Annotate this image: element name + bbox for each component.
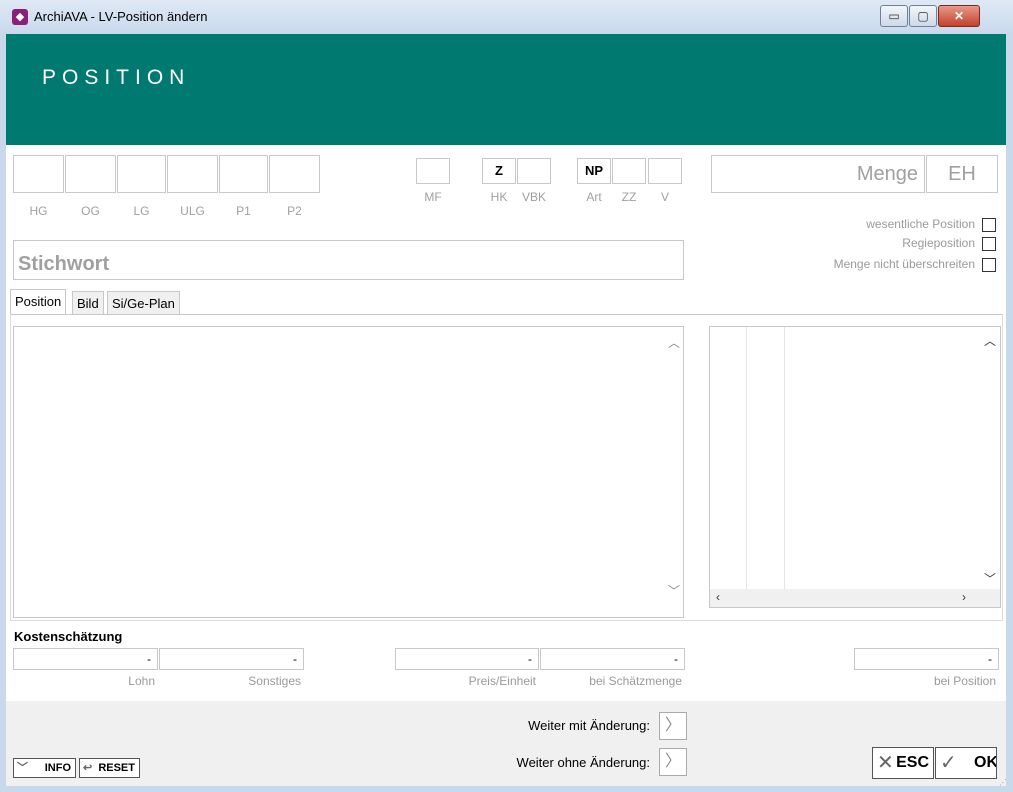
v-field[interactable] — [648, 158, 682, 184]
menge-nicht-ueberschreiten-label: Menge nicht überschreiten — [833, 257, 975, 271]
tab-panel-border-bottom — [10, 620, 1003, 621]
horizontal-scrollbar[interactable] — [710, 589, 1000, 607]
bei-position-label: bei Position — [933, 674, 996, 688]
reset-button-label: RESET — [98, 762, 135, 774]
cost-section-title: Kostenschätzung — [14, 629, 123, 644]
position-price-field[interactable]: - — [854, 648, 999, 670]
bottom-bar — [6, 701, 1006, 786]
position-text-area[interactable] — [13, 326, 684, 618]
weiter-ohne-aenderung-label: Weiter ohne Änderung: — [516, 755, 650, 770]
preis-einheit-label: Preis/Einheit — [468, 674, 536, 688]
og-label: OG — [81, 204, 100, 218]
menge-nicht-ueberschreiten-checkbox[interactable] — [982, 258, 996, 272]
hg-label: HG — [29, 204, 48, 218]
close-button[interactable]: ✕ — [938, 5, 980, 27]
scroll-up-icon[interactable]: ︿ — [668, 334, 680, 351]
v-label: V — [660, 190, 669, 204]
window-frame-right — [1006, 34, 1013, 792]
window-frame-left — [0, 34, 6, 792]
esc-button-label: ESC — [896, 754, 929, 771]
preis-einheit-field[interactable]: - — [395, 648, 539, 670]
tab-panel-border-left — [10, 314, 11, 620]
reset-button[interactable]: ↩ RESET — [79, 758, 140, 778]
stichwort-field[interactable]: Stichwort — [13, 240, 684, 280]
weiter-mit-aenderung-button[interactable]: 〉 — [659, 712, 687, 740]
info-button[interactable]: ﹀ INFO — [13, 758, 76, 778]
ulg-field[interactable] — [167, 155, 218, 193]
tab-position[interactable]: Position — [10, 289, 67, 315]
weiter-mit-aenderung-label: Weiter mit Änderung: — [528, 718, 650, 733]
undo-arrow-icon: ↩ — [83, 762, 93, 774]
chevron-down-icon: ﹀ — [17, 762, 28, 774]
minimize-button[interactable]: ▭ — [880, 5, 908, 27]
checkmark-icon: ✓ — [940, 752, 957, 774]
hg-field[interactable] — [13, 155, 64, 193]
hk-field[interactable]: Z — [482, 158, 516, 184]
tab-si-ge-plan[interactable]: Si/Ge-Plan — [107, 291, 180, 315]
lohn-label: Lohn — [128, 674, 155, 688]
lohn-field[interactable]: - — [13, 648, 158, 670]
p2-label: P2 — [287, 204, 302, 218]
page-title: POSITION — [42, 66, 191, 89]
hk-label: HK — [490, 190, 508, 204]
app-logo-icon: ◆ — [12, 9, 28, 25]
scroll-up-icon[interactable]: ︿ — [984, 332, 996, 349]
ok-button-label: OK — [974, 754, 997, 771]
scroll-down-icon[interactable]: ﹀ — [668, 582, 680, 599]
info-button-label: INFO — [44, 762, 71, 774]
window-title: ArchiAVA - LV-Position ändern — [34, 9, 208, 24]
schaetzmenge-field[interactable]: - — [540, 648, 685, 670]
p1-field[interactable] — [219, 155, 268, 193]
tab-bild[interactable]: Bild — [72, 291, 104, 315]
mf-label: MF — [424, 190, 442, 204]
regieposition-checkbox[interactable] — [982, 237, 996, 251]
sonstiges-field[interactable]: - — [159, 648, 304, 670]
scroll-down-icon[interactable]: ﹀ — [984, 570, 996, 587]
scroll-right-icon[interactable]: › — [962, 590, 966, 604]
og-field[interactable] — [65, 155, 116, 193]
schaetzmenge-label: bei Schätzmenge — [589, 674, 682, 688]
side-list-panel[interactable] — [709, 326, 1001, 608]
eh-field[interactable]: EH — [926, 155, 998, 193]
ulg-label: ULG — [180, 204, 205, 218]
close-x-icon: ✕ — [877, 752, 894, 774]
ok-button[interactable]: ✓ OK — [935, 747, 997, 779]
tab-divider — [10, 314, 1003, 315]
mf-field[interactable] — [416, 158, 450, 184]
tab-panel-border-right — [1002, 314, 1003, 620]
sonstiges-label: Sonstiges — [248, 674, 301, 688]
column-divider — [784, 327, 785, 589]
lg-label: LG — [133, 204, 150, 218]
vbk-field[interactable] — [517, 158, 551, 184]
scroll-left-icon[interactable]: ‹ — [716, 590, 720, 604]
vbk-label: VBK — [521, 190, 546, 204]
lg-field[interactable] — [117, 155, 166, 193]
weiter-ohne-aenderung-button[interactable]: 〉 — [659, 748, 687, 776]
wesentliche-position-label: wesentliche Position — [866, 217, 975, 231]
art-field[interactable]: NP — [577, 158, 611, 184]
zz-label: ZZ — [621, 190, 637, 204]
zz-field[interactable] — [612, 158, 646, 184]
regieposition-label: Regieposition — [902, 236, 975, 250]
column-divider — [746, 327, 747, 589]
p1-label: P1 — [236, 204, 251, 218]
p2-field[interactable] — [269, 155, 320, 193]
wesentliche-position-checkbox[interactable] — [982, 218, 996, 232]
window-frame-bottom — [0, 786, 1013, 792]
art-label: Art — [586, 190, 602, 204]
menge-field[interactable]: Menge — [711, 155, 925, 193]
maximize-button[interactable]: ▢ — [909, 5, 937, 27]
esc-button[interactable]: ✕ ESC — [872, 747, 934, 779]
